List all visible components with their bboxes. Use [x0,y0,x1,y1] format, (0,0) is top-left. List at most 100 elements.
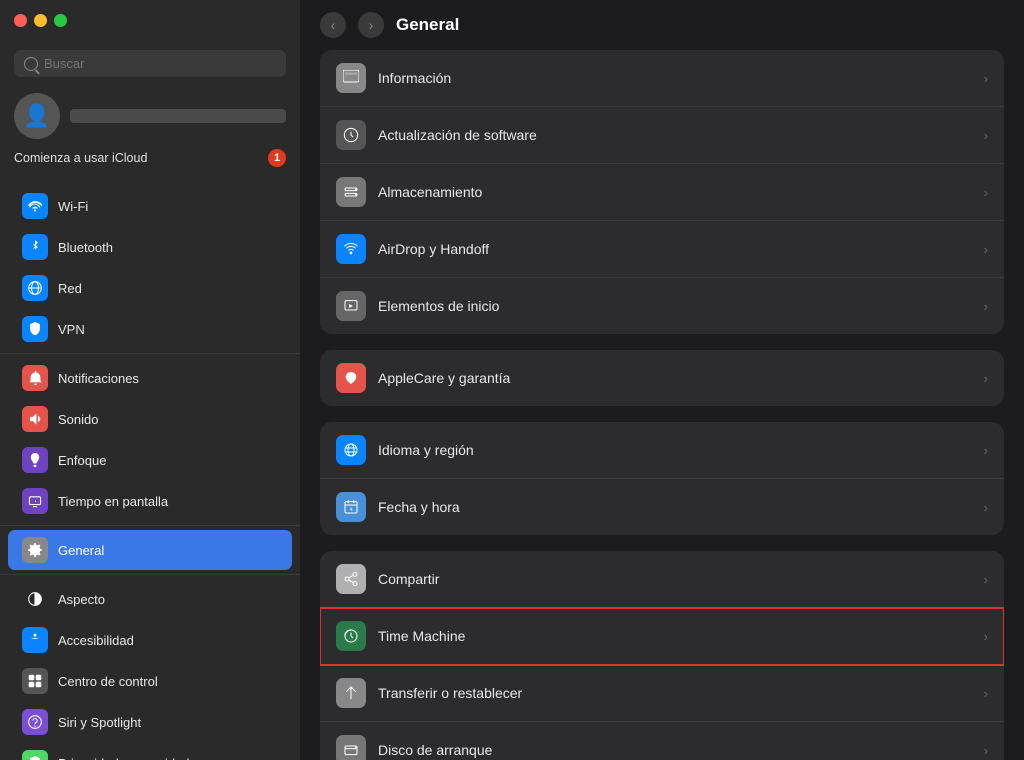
sidebar-item-label-general: General [58,543,104,558]
accessibility-icon [22,627,48,653]
sidebar-item-network[interactable]: Red [8,268,292,308]
language-row-icon [336,435,366,465]
airdrop-chevron-icon: › [984,242,988,257]
sidebar-item-label-notifications: Notificaciones [58,371,139,386]
network-icon [22,275,48,301]
settings-row-timemachine[interactable]: Time Machine › [320,608,1004,665]
settings-row-info[interactable]: Información› [320,50,1004,107]
sidebar-item-screentime[interactable]: Tiempo en pantalla [8,481,292,521]
sidebar-item-sound[interactable]: Sonido [8,399,292,439]
timemachine-chevron-icon: › [984,629,988,644]
settings-row-disk[interactable]: Disco de arranque › [320,722,1004,760]
disk-row-label: Disco de arranque [378,742,972,758]
settings-row-datetime[interactable]: Fecha y hora› [320,479,1004,535]
language-row-label: Idioma y región [378,442,972,458]
settings-row-transfer[interactable]: Transferir o restablecer › [320,665,1004,722]
sidebar: 👤 Comienza a usar iCloud 1 Wi-Fi Bluetoot… [0,0,300,760]
applecare-chevron-icon: › [984,371,988,386]
search-input[interactable] [44,56,276,71]
sidebar-item-label-bluetooth: Bluetooth [58,240,113,255]
user-name-bar [70,109,286,123]
settings-row-software-update[interactable]: Actualización de software › [320,107,1004,164]
datetime-row-label: Fecha y hora [378,499,972,515]
avatar: 👤 [14,93,60,139]
forward-button[interactable]: › [358,12,384,38]
sidebar-item-notifications[interactable]: Notificaciones [8,358,292,398]
page-title: General [396,15,459,35]
icloud-banner[interactable]: Comienza a usar iCloud 1 [14,149,286,167]
main-content: ‹ › General Información›Actualización de… [300,0,1024,760]
applecare-row-icon [336,363,366,393]
focus-icon [22,447,48,473]
sidebar-item-accessibility[interactable]: Accesibilidad [8,620,292,660]
sidebar-item-vpn[interactable]: VPN [8,309,292,349]
sidebar-item-bluetooth[interactable]: Bluetooth [8,227,292,267]
sidebar-divider-appearance [0,574,300,575]
sidebar-item-focus[interactable]: Enfoque [8,440,292,480]
transfer-chevron-icon: › [984,686,988,701]
settings-row-sharing[interactable]: Compartir › [320,551,1004,608]
startup-chevron-icon: › [984,299,988,314]
sidebar-item-label-network: Red [58,281,82,296]
software-update-row-label: Actualización de software [378,127,972,143]
sharing-row-label: Compartir [378,571,972,587]
sound-icon [22,406,48,432]
sharing-chevron-icon: › [984,572,988,587]
settings-row-storage[interactable]: Almacenamiento› [320,164,1004,221]
sidebar-item-label-focus: Enfoque [58,453,106,468]
storage-row-icon [336,177,366,207]
sidebar-item-label-screentime: Tiempo en pantalla [58,494,168,509]
sidebar-item-label-sound: Sonido [58,412,98,427]
sidebar-item-appearance[interactable]: Aspecto [8,579,292,619]
general-icon [22,537,48,563]
transfer-row-label: Transferir o restablecer [378,685,972,701]
settings-sections: Información›Actualización de software›Al… [300,50,1024,760]
timemachine-row-label: Time Machine [378,628,972,644]
settings-row-startup[interactable]: Elementos de inicio › [320,278,1004,334]
sidebar-item-siri[interactable]: Siri y Spotlight [8,702,292,742]
sidebar-item-label-appearance: Aspecto [58,592,105,607]
sidebar-items-container: Wi-Fi Bluetooth Red VPN Notificaciones Sonido… [0,185,300,760]
sidebar-item-wifi[interactable]: Wi-Fi [8,186,292,226]
startup-row-icon [336,291,366,321]
vpn-icon [22,316,48,342]
fullscreen-button[interactable] [54,14,67,27]
settings-section-section3: Idioma y región›Fecha y hora› [320,422,1004,535]
siri-icon [22,709,48,735]
avatar-icon: 👤 [23,103,50,129]
datetime-row-icon [336,492,366,522]
sidebar-item-control[interactable]: Centro de control [8,661,292,701]
traffic-lights [14,14,67,27]
control-icon [22,668,48,694]
topbar: ‹ › General [300,0,1024,50]
settings-row-applecare[interactable]: AppleCare y garantía› [320,350,1004,406]
settings-row-airdrop[interactable]: AirDrop y Handoff› [320,221,1004,278]
sidebar-item-label-accessibility: Accesibilidad [58,633,134,648]
sidebar-item-label-siri: Siri y Spotlight [58,715,141,730]
sidebar-item-label-control: Centro de control [58,674,158,689]
close-button[interactable] [14,14,27,27]
sidebar-divider-general [0,525,300,526]
user-profile[interactable]: 👤 [0,89,300,149]
software-update-chevron-icon: › [984,128,988,143]
startup-row-label: Elementos de inicio [378,298,972,314]
icloud-label: Comienza a usar iCloud [14,151,147,165]
info-row-icon [336,63,366,93]
sidebar-item-general[interactable]: General [8,530,292,570]
sharing-row-icon [336,564,366,594]
search-box[interactable] [14,50,286,77]
sidebar-item-label-privacy: Privacidad y seguridad [58,756,190,760]
info-chevron-icon: › [984,71,988,86]
back-button[interactable]: ‹ [320,12,346,38]
settings-section-section2: AppleCare y garantía› [320,350,1004,406]
sidebar-item-privacy[interactable]: Privacidad y seguridad [8,743,292,760]
sidebar-item-label-wifi: Wi-Fi [58,199,88,214]
transfer-row-icon [336,678,366,708]
minimize-button[interactable] [34,14,47,27]
disk-chevron-icon: › [984,743,988,758]
search-icon [24,57,38,71]
storage-chevron-icon: › [984,185,988,200]
settings-row-language[interactable]: Idioma y región› [320,422,1004,479]
airdrop-row-icon [336,234,366,264]
settings-section-section4: Compartir›Time Machine›Transferir o rest… [320,551,1004,760]
